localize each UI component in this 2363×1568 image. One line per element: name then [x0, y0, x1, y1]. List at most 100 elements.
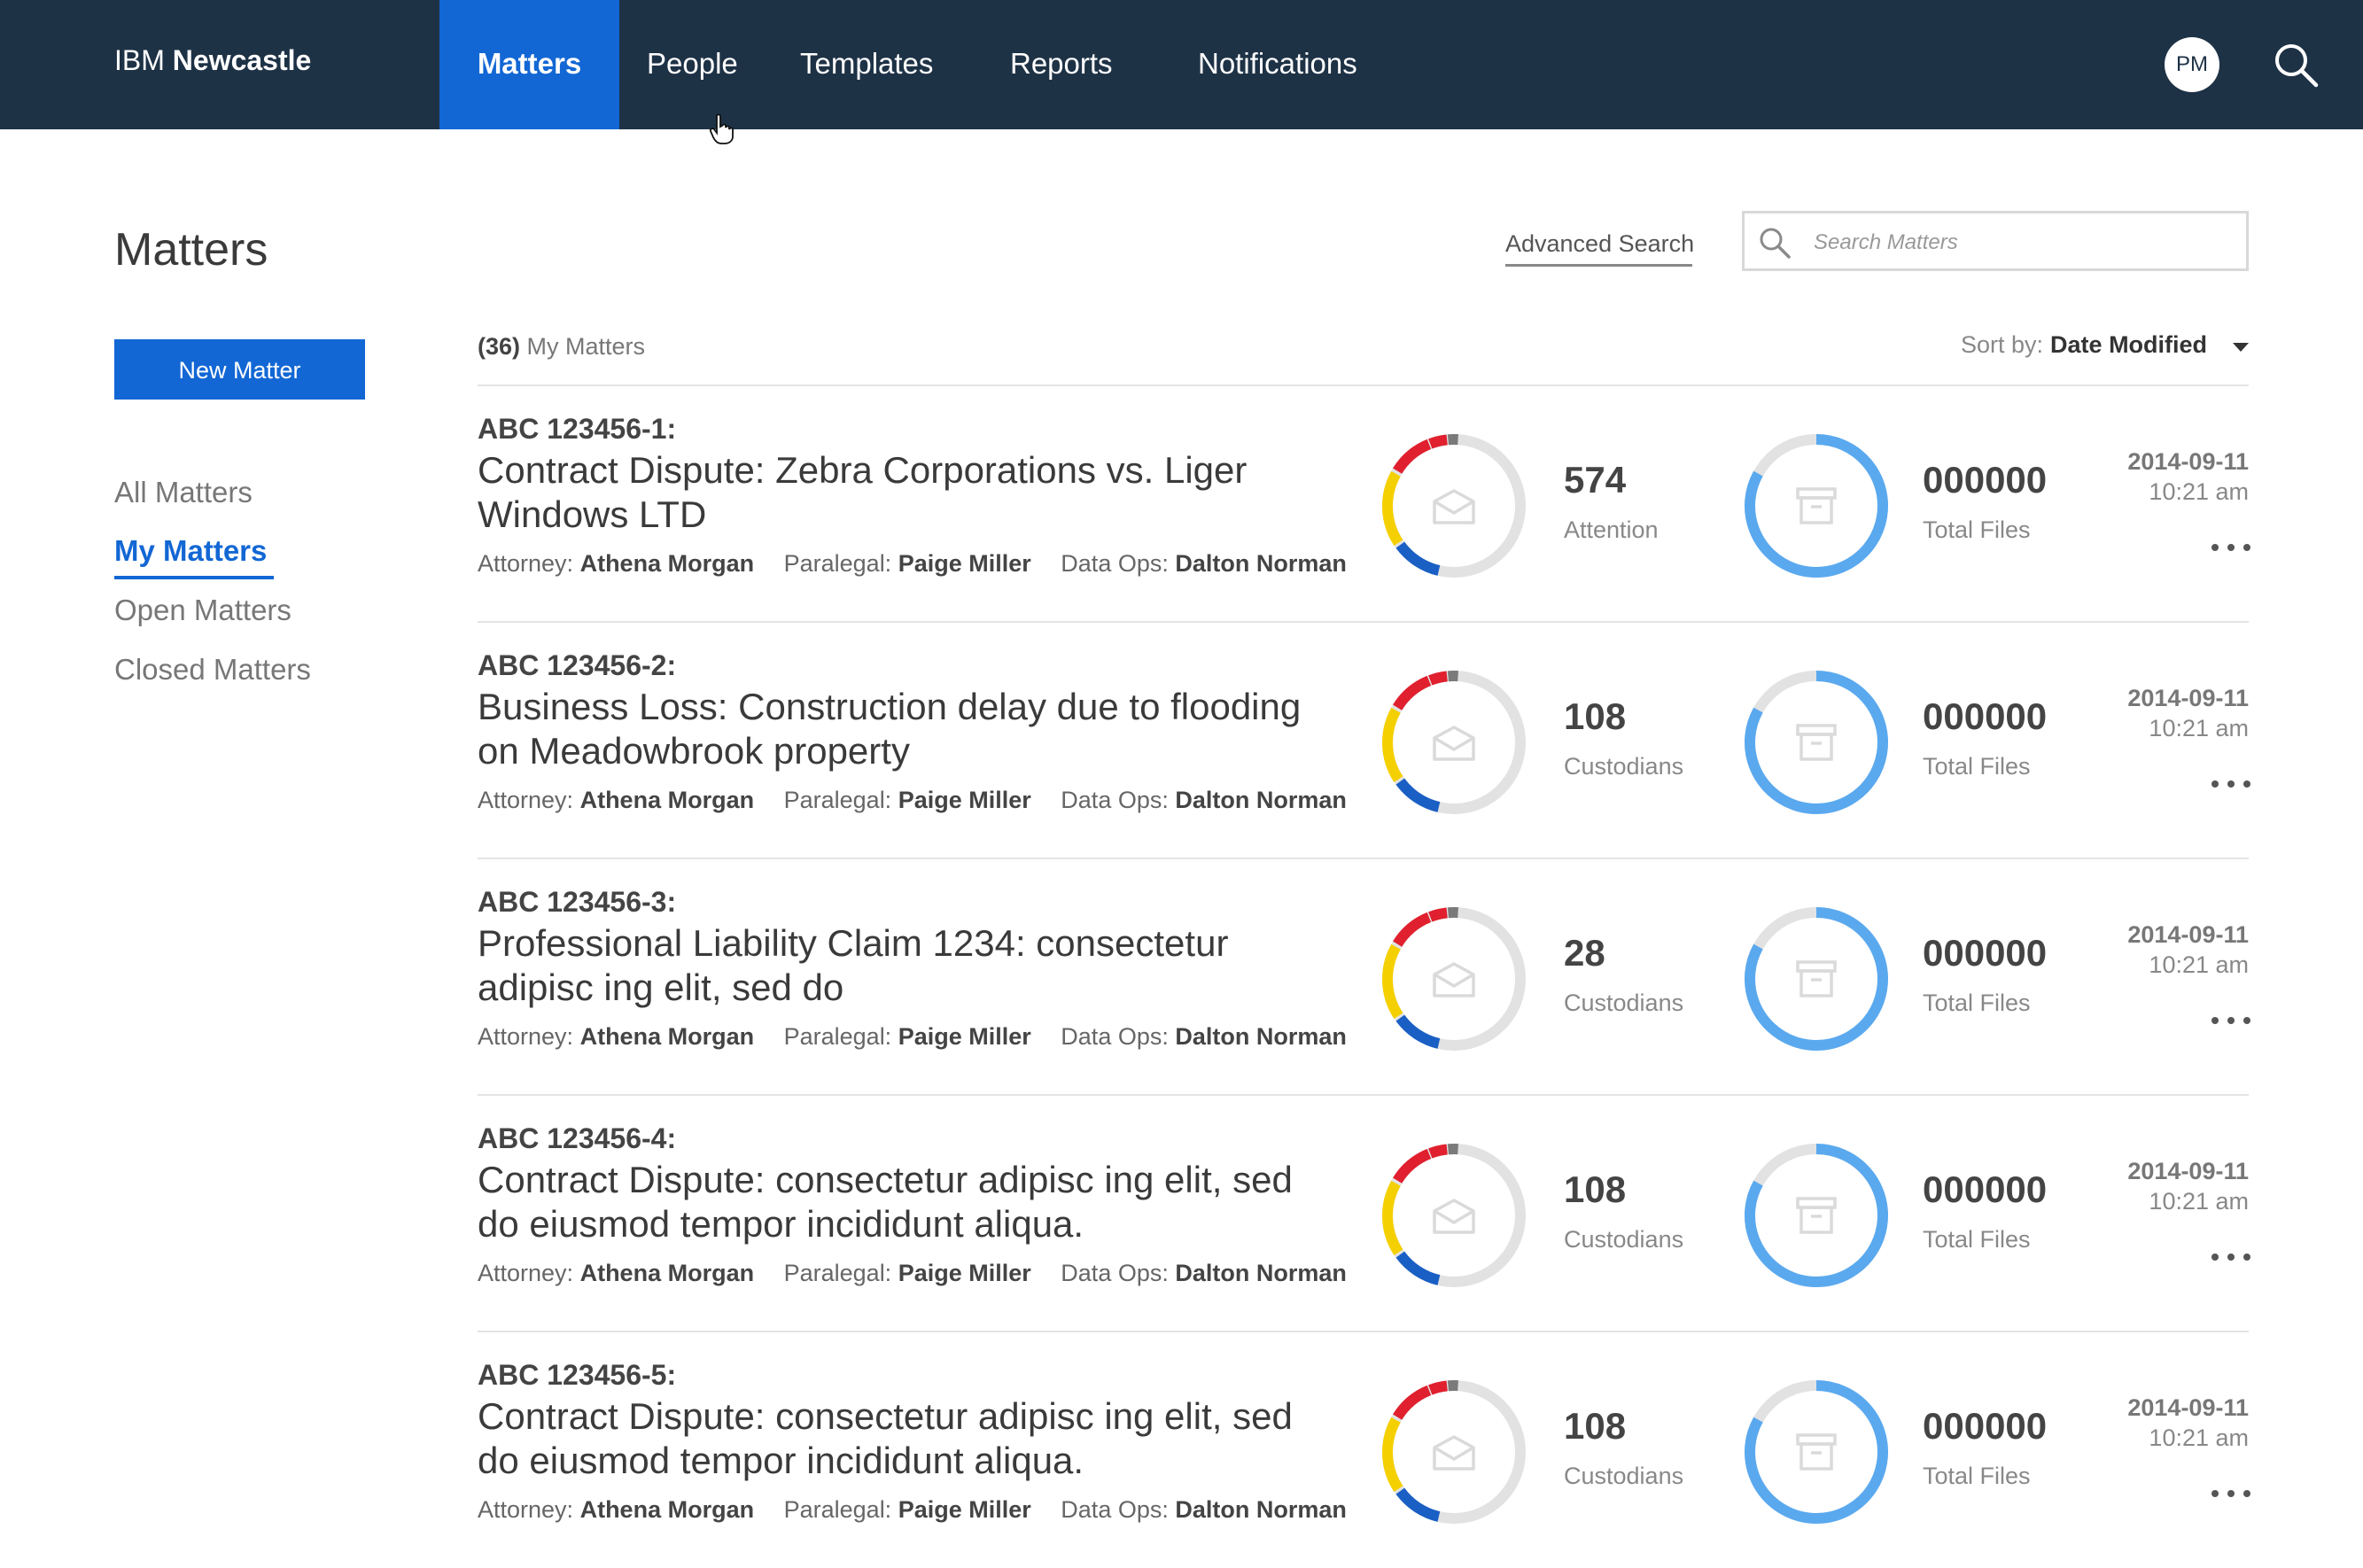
- page-title: Matters: [114, 223, 268, 276]
- nav-tab-templates[interactable]: Templates: [800, 0, 933, 129]
- envelope-icon: [1434, 491, 1473, 523]
- sort-value: Date Modified: [2050, 331, 2207, 358]
- more-options-icon[interactable]: [2211, 1485, 2250, 1502]
- attorney-name: Athena Morgan: [580, 550, 755, 577]
- attorney-label: Attorney:: [478, 1260, 573, 1286]
- data-ops-name: Dalton Norman: [1175, 1260, 1347, 1286]
- data-ops-name: Dalton Norman: [1175, 787, 1347, 813]
- matter-title[interactable]: Contract Dispute: Zebra Corporations vs.…: [478, 448, 1328, 537]
- custodian-status-ring[interactable]: [1380, 1142, 1527, 1289]
- paralegal-label: Paralegal:: [784, 1260, 892, 1286]
- user-avatar[interactable]: PM: [2165, 37, 2219, 92]
- data-ops-label: Data Ops:: [1061, 550, 1169, 577]
- attorney-name: Athena Morgan: [580, 787, 755, 813]
- search-matters-input[interactable]: [1812, 222, 2232, 263]
- archive-box-icon: [1798, 1435, 1835, 1469]
- total-files-ring[interactable]: [1743, 905, 1890, 1052]
- matters-count-number: (36): [478, 333, 520, 360]
- custodian-status-ring[interactable]: [1380, 432, 1527, 579]
- modified-date: 2014-09-11: [2127, 685, 2249, 712]
- advanced-search-link[interactable]: Advanced Search: [1505, 230, 1694, 258]
- nav-tab-people[interactable]: People: [647, 0, 738, 129]
- stat-value: 28: [1564, 932, 1605, 974]
- matter-people: Attorney: Athena Morgan Paralegal: Paige…: [478, 1023, 1347, 1051]
- archive-box-icon: [1798, 962, 1835, 996]
- matter-people: Attorney: Athena Morgan Paralegal: Paige…: [478, 1496, 1347, 1524]
- more-options-icon[interactable]: [2211, 539, 2250, 556]
- caret-down-icon[interactable]: [2233, 343, 2249, 352]
- nav-tab-notifications[interactable]: Notifications: [1198, 0, 1357, 129]
- archive-box-icon: [1798, 726, 1835, 759]
- matter-id: ABC 123456-1:: [478, 413, 676, 446]
- total-files-ring[interactable]: [1743, 432, 1890, 579]
- ring-segment-blue: [1400, 1491, 1439, 1517]
- total-files-label: Total Files: [1923, 990, 2031, 1017]
- modified-date: 2014-09-11: [2127, 921, 2249, 949]
- data-ops-name: Dalton Norman: [1175, 550, 1347, 577]
- paralegal-label: Paralegal:: [784, 1023, 892, 1050]
- total-files-value: 000000: [1923, 932, 2047, 974]
- total-files-ring[interactable]: [1743, 1142, 1890, 1289]
- nav-tab-reports[interactable]: Reports: [1010, 0, 1113, 129]
- matter-row[interactable]: ABC 123456-2: Business Loss: Constructio…: [0, 623, 2363, 858]
- stat-label: Custodians: [1564, 1226, 1683, 1254]
- envelope-icon: [1434, 964, 1473, 996]
- brand-logo[interactable]: IBM Newcastle: [114, 44, 311, 77]
- more-options-icon[interactable]: [2211, 775, 2250, 793]
- custodian-status-ring[interactable]: [1380, 905, 1527, 1052]
- matter-row[interactable]: ABC 123456-1: Contract Dispute: Zebra Co…: [0, 386, 2363, 622]
- paralegal-label: Paralegal:: [784, 550, 892, 577]
- total-files-label: Total Files: [1923, 516, 2031, 544]
- total-files-ring[interactable]: [1743, 669, 1890, 816]
- ring-segment-yellow: [1387, 947, 1398, 1016]
- attorney-label: Attorney:: [478, 550, 573, 577]
- matter-id: ABC 123456-5:: [478, 1359, 676, 1392]
- paralegal-name: Paige Miller: [898, 550, 1031, 577]
- ring-segment-red: [1430, 1149, 1447, 1153]
- search-icon: [1757, 225, 1792, 260]
- data-ops-label: Data Ops:: [1061, 1496, 1169, 1523]
- more-options-icon[interactable]: [2211, 1012, 2250, 1029]
- ring-segment-red: [1397, 444, 1429, 470]
- matter-row[interactable]: ABC 123456-5: Contract Dispute: consecte…: [0, 1332, 2363, 1568]
- ring-segment-blue: [1400, 781, 1439, 807]
- attorney-name: Athena Morgan: [580, 1496, 755, 1523]
- ring-segment-red: [1430, 912, 1447, 917]
- sort-label: Sort by:: [1961, 331, 2043, 358]
- attorney-label: Attorney:: [478, 787, 573, 813]
- matter-title[interactable]: Business Loss: Construction delay due to…: [478, 685, 1328, 773]
- attorney-name: Athena Morgan: [580, 1023, 755, 1050]
- more-options-icon[interactable]: [2211, 1248, 2250, 1266]
- stat-value: 108: [1564, 1168, 1626, 1211]
- custodian-status-ring[interactable]: [1380, 1378, 1527, 1525]
- nav-tab-matters[interactable]: Matters: [439, 0, 619, 129]
- paralegal-name: Paige Miller: [898, 1023, 1031, 1050]
- custodian-status-ring[interactable]: [1380, 669, 1527, 816]
- stat-value: 574: [1564, 459, 1626, 501]
- top-navigation-bar: IBM Newcastle Matters People Templates R…: [0, 0, 2363, 129]
- matter-title[interactable]: Contract Dispute: consectetur adipisc in…: [478, 1394, 1328, 1483]
- ring-segment-red: [1397, 917, 1429, 943]
- matter-title[interactable]: Professional Liability Claim 1234: conse…: [478, 921, 1328, 1010]
- total-files-value: 000000: [1923, 459, 2047, 501]
- stat-value: 108: [1564, 1405, 1626, 1448]
- paralegal-name: Paige Miller: [898, 787, 1031, 813]
- matters-count-label: My Matters: [527, 333, 646, 360]
- matter-row[interactable]: ABC 123456-4: Contract Dispute: consecte…: [0, 1096, 2363, 1331]
- matter-title[interactable]: Contract Dispute: consectetur adipisc in…: [478, 1158, 1328, 1246]
- ring-segment-red: [1397, 680, 1429, 707]
- total-files-value: 000000: [1923, 695, 2047, 738]
- envelope-icon: [1434, 1200, 1473, 1232]
- matter-row[interactable]: ABC 123456-3: Professional Liability Cla…: [0, 859, 2363, 1095]
- ring-segment-red: [1430, 1386, 1447, 1390]
- global-search-icon[interactable]: [2272, 41, 2320, 89]
- sort-dropdown[interactable]: Sort by: Date Modified: [1961, 331, 2207, 359]
- envelope-icon: [1434, 1437, 1473, 1469]
- modified-date: 2014-09-11: [2127, 448, 2249, 476]
- data-ops-label: Data Ops:: [1061, 787, 1169, 813]
- ring-segment-blue: [1400, 1018, 1439, 1044]
- total-files-ring[interactable]: [1743, 1378, 1890, 1525]
- modified-time: 10:21 am: [2149, 715, 2249, 742]
- ring-segment-red: [1430, 676, 1447, 680]
- ring-segment-yellow: [1387, 1420, 1398, 1489]
